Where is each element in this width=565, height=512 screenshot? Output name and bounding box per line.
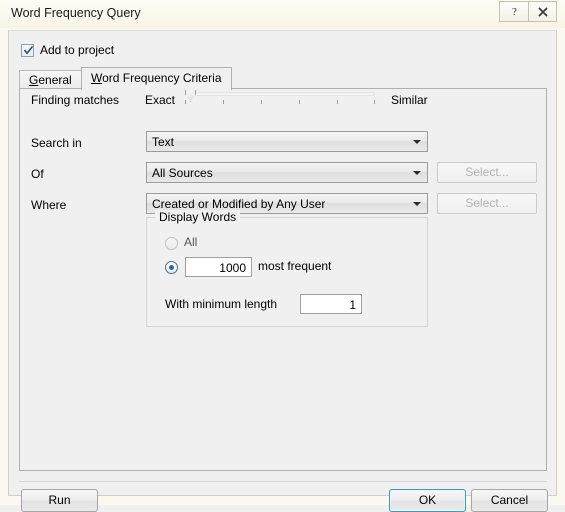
search-in-label: Search in bbox=[31, 136, 82, 150]
of-label: Of bbox=[31, 167, 44, 181]
chevron-down-icon bbox=[413, 140, 421, 144]
radio-display-all[interactable] bbox=[165, 237, 178, 250]
most-frequent-label: most frequent bbox=[258, 259, 332, 273]
question-mark-icon: ? bbox=[512, 6, 517, 18]
where-value: Created or Modified by Any User bbox=[152, 197, 326, 211]
tab-general-accel: G bbox=[29, 73, 39, 87]
where-label: Where bbox=[31, 198, 67, 212]
chevron-down-icon bbox=[413, 202, 421, 206]
slider-max-label: Similar bbox=[391, 93, 428, 107]
caption-buttons: ? bbox=[499, 1, 557, 22]
run-button[interactable]: Run bbox=[21, 489, 98, 512]
help-button[interactable]: ? bbox=[499, 1, 528, 22]
footer-separator bbox=[19, 481, 547, 482]
finding-matches-label: Finding matches bbox=[31, 93, 120, 107]
add-to-project-label: Add to project bbox=[40, 43, 115, 57]
display-words-legend: Display Words bbox=[155, 210, 241, 224]
min-length-label: With minimum length bbox=[165, 297, 278, 311]
tab-wfc-label-rest: ord Frequency Criteria bbox=[102, 71, 222, 85]
radio-most-frequent[interactable] bbox=[165, 261, 178, 274]
close-x-icon bbox=[537, 6, 548, 17]
checkmark-icon bbox=[23, 45, 34, 54]
most-frequent-input[interactable]: 1000 bbox=[185, 257, 252, 277]
most-frequent-value: 1000 bbox=[219, 261, 246, 275]
tab-general[interactable]: General bbox=[19, 70, 82, 89]
min-length-value: 1 bbox=[349, 298, 356, 312]
close-button[interactable] bbox=[528, 1, 557, 22]
slider-ticks bbox=[185, 100, 375, 106]
svg-text:?: ? bbox=[512, 6, 517, 18]
tab-general-label-rest: eneral bbox=[38, 73, 72, 87]
add-to-project-checkbox[interactable]: Add to project bbox=[21, 43, 114, 57]
title-bar: Word Frequency Query ? bbox=[0, 0, 565, 28]
ok-button[interactable]: OK bbox=[389, 489, 466, 512]
tab-word-frequency-criteria[interactable]: Word Frequency Criteria bbox=[81, 67, 232, 90]
slider-min-label: Exact bbox=[145, 93, 176, 107]
tab-wfc-accel: W bbox=[91, 71, 103, 85]
chevron-down-icon bbox=[413, 171, 421, 175]
window-title: Word Frequency Query bbox=[11, 6, 141, 20]
where-select-button: Select... bbox=[437, 193, 537, 214]
word-frequency-query-dialog: Word Frequency Query ? Add to project Ge… bbox=[0, 0, 565, 512]
cancel-button[interactable]: Cancel bbox=[471, 489, 548, 512]
slider-track[interactable] bbox=[185, 92, 375, 96]
search-in-dropdown[interactable]: Text bbox=[146, 131, 428, 152]
search-in-value: Text bbox=[152, 135, 175, 149]
of-value: All Sources bbox=[152, 166, 213, 180]
radio-display-all-label: All bbox=[184, 235, 198, 249]
checkbox-box bbox=[21, 43, 34, 57]
of-dropdown[interactable]: All Sources bbox=[146, 162, 428, 183]
dialog-client-area: Add to project General Word Frequency Cr… bbox=[8, 30, 557, 512]
min-length-input[interactable]: 1 bbox=[300, 294, 362, 314]
of-select-button: Select... bbox=[437, 162, 537, 183]
